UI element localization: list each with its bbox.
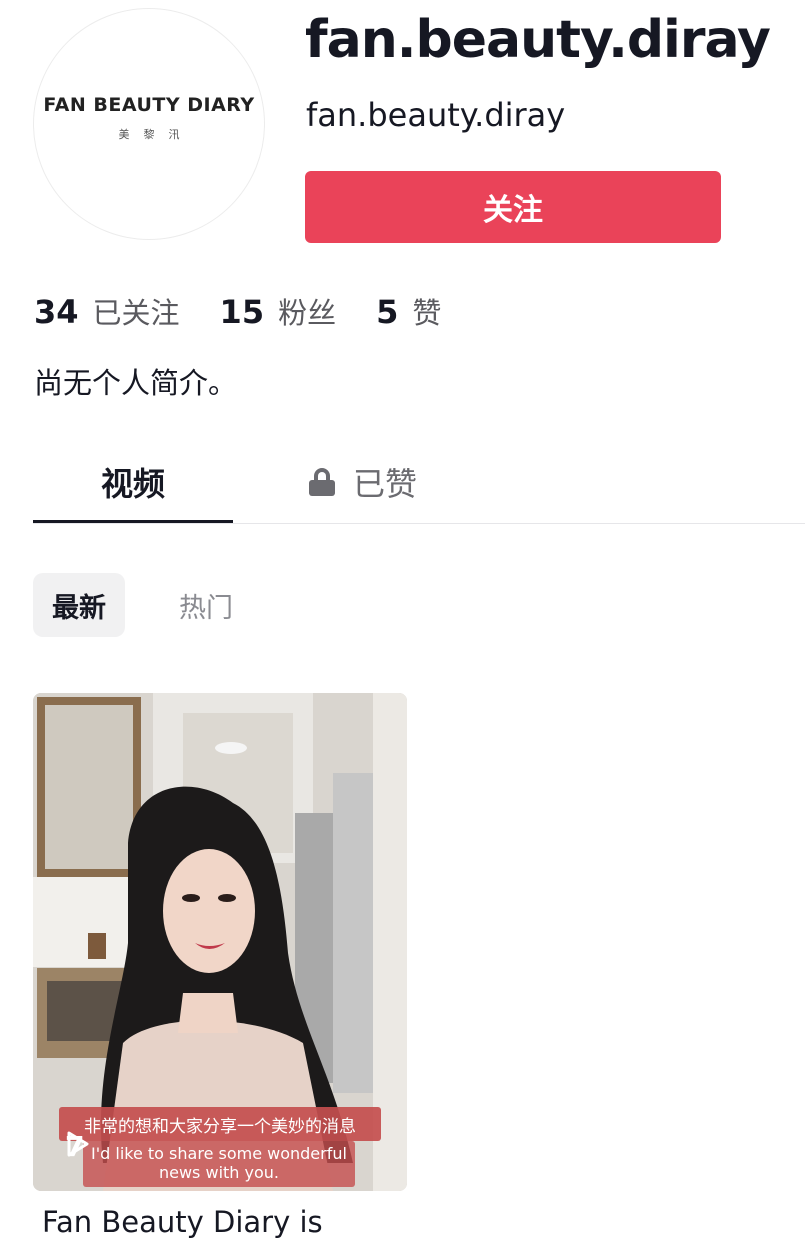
video-subtitle-en-line1: I'd like to share some wonderful (91, 1144, 347, 1163)
profile-stats: 34 已关注 15 粉丝 5 赞 (34, 290, 481, 332)
sort-latest-button[interactable]: 最新 (33, 573, 125, 637)
stat-following-label: 已关注 (92, 296, 180, 330)
profile-bio: 尚无个人简介。 (34, 366, 238, 400)
video-subtitle-zh: 非常的想和大家分享一个美妙的消息 (59, 1107, 381, 1141)
play-icon (67, 1131, 89, 1157)
tab-liked-label: 已赞 (352, 465, 417, 503)
avatar-logo-text: FAN BEAUTY DIARY (43, 94, 255, 116)
video-thumbnail[interactable]: 非常的想和大家分享一个美妙的消息 I'd like to share some … (33, 693, 407, 1191)
avatar-sub-text: 美黎汛 (118, 128, 194, 141)
stat-following[interactable]: 34 已关注 (34, 290, 180, 332)
tab-videos[interactable]: 视频 (33, 440, 233, 524)
stat-followers-label: 粉丝 (278, 296, 337, 330)
sort-hot-button[interactable]: 热门 (151, 573, 261, 637)
tab-videos-label: 视频 (100, 465, 165, 503)
stat-likes-count: 5 (376, 293, 399, 331)
profile-username: fan.beauty.diray (305, 10, 771, 70)
follow-button[interactable]: 关注 (305, 171, 721, 243)
video-subtitle-en-line2: news with you. (158, 1163, 279, 1182)
tab-liked[interactable]: 已赞 (298, 440, 428, 524)
content-tabs: 视频 已赞 (0, 440, 805, 525)
video-play-count: 7 (65, 1130, 89, 1163)
stat-likes: 5 赞 (376, 290, 441, 332)
video-description[interactable]: Fan Beauty Diary is (42, 1205, 323, 1239)
stat-followers[interactable]: 15 粉丝 (220, 290, 337, 332)
video-subtitle-en: I'd like to share some wonderful news wi… (83, 1141, 355, 1187)
profile-nickname: fan.beauty.diray (306, 96, 566, 134)
sort-toggle: 最新 热门 (33, 573, 261, 637)
tab-divider (33, 523, 805, 524)
stat-following-count: 34 (34, 293, 79, 331)
lock-icon (308, 468, 335, 496)
stat-followers-count: 15 (219, 293, 265, 331)
stat-likes-label: 赞 (412, 296, 442, 330)
profile-avatar[interactable]: FAN BEAUTY DIARY 美黎汛 (33, 8, 265, 240)
